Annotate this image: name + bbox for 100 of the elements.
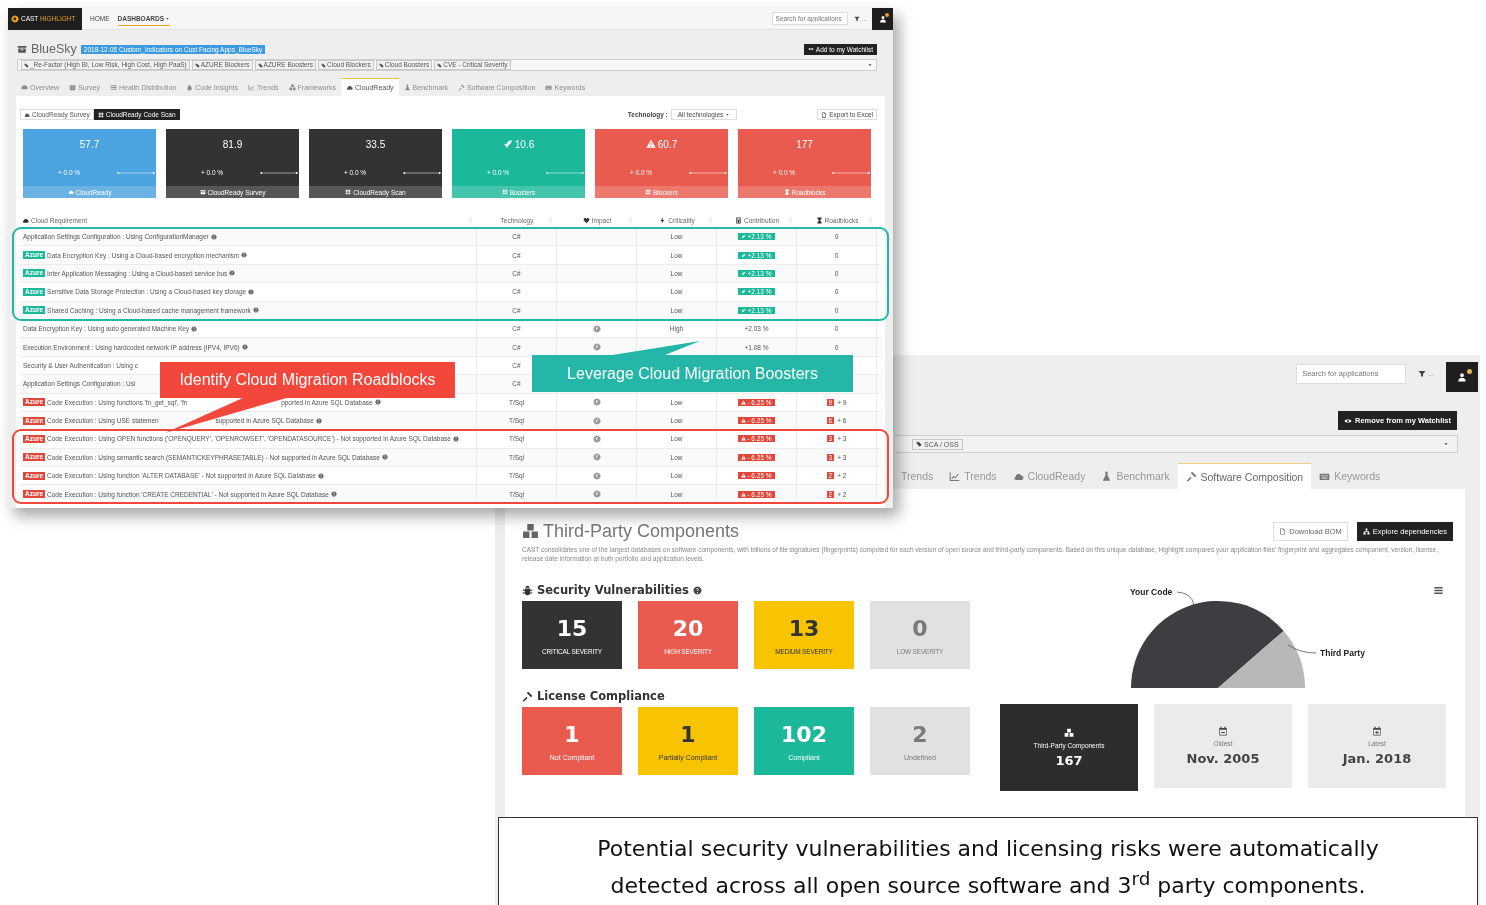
- sparkline: [117, 169, 155, 176]
- kpi-value: 33.5: [365, 138, 386, 150]
- gavel-icon: [522, 690, 533, 702]
- section-title: Security Vulnerabilities: [537, 583, 689, 597]
- tab[interactable]: Software Composition: [1177, 463, 1312, 489]
- lightning-icon: [659, 217, 667, 224]
- heart-icon: [582, 217, 590, 224]
- cubes-icon: [1064, 727, 1074, 738]
- chart-label: Third Party: [1320, 648, 1365, 658]
- archive-icon: [69, 83, 77, 91]
- caret-icon: [725, 112, 731, 117]
- keyboard-icon: [545, 83, 553, 91]
- calculator-icon: [734, 217, 742, 224]
- flask-icon: [403, 83, 411, 91]
- app-title: BlueSky: [31, 42, 77, 56]
- tag-icon: [194, 62, 200, 68]
- warning-icon: [741, 399, 747, 405]
- sort-icon: [628, 218, 633, 223]
- stat-value: 167: [1055, 752, 1083, 768]
- cloud-icon: [67, 189, 74, 195]
- sort-icon: [868, 218, 873, 223]
- rocket-icon: [502, 139, 513, 149]
- warning-icon: [645, 139, 656, 149]
- metric-value: 20: [672, 615, 704, 641]
- caret-icon: [165, 15, 171, 21]
- stat-value: Nov. 2005: [1186, 751, 1260, 766]
- metric-value: 13: [788, 615, 820, 641]
- metric-value: 1: [564, 721, 580, 747]
- eye-icon: [807, 46, 814, 52]
- cloud-icon: [22, 217, 29, 224]
- section-title: License Compliance: [537, 689, 665, 703]
- metric-value: 2: [912, 721, 928, 747]
- rocket-icon: [741, 289, 747, 295]
- metric-value: 102: [781, 721, 827, 747]
- gauge-icon: [21, 83, 28, 91]
- filter-icon: [1418, 369, 1427, 378]
- filter-icon: [853, 15, 860, 22]
- cubes-icon: [288, 83, 296, 91]
- caret-icon: [1443, 441, 1449, 447]
- tag-icon: [257, 62, 263, 68]
- gavel-icon: [1185, 471, 1197, 482]
- user-menu-button[interactable]: [1446, 362, 1478, 392]
- user-icon: [878, 14, 887, 23]
- grid-icon: [645, 189, 652, 195]
- kpi-value: 81.9: [222, 138, 243, 150]
- sort-icon: [788, 218, 793, 223]
- warning-icon: [741, 454, 747, 460]
- tag-icon: [321, 62, 327, 68]
- leader-line: [1176, 591, 1195, 606]
- tag-icon: [437, 62, 443, 68]
- list-icon: [110, 83, 117, 91]
- sort-icon: [708, 218, 713, 223]
- rocket-icon: [741, 252, 747, 258]
- user-menu-button[interactable]: [872, 8, 893, 30]
- cloud-icon: [24, 111, 30, 118]
- bug-icon: [522, 584, 533, 596]
- rocket-icon: [741, 234, 747, 240]
- rocket-icon: [741, 270, 747, 276]
- document-icon: [821, 111, 828, 118]
- calendar-icon: [1372, 726, 1382, 736]
- warning-icon: [741, 473, 747, 479]
- grid-icon: [345, 189, 352, 195]
- warning-icon: [741, 491, 747, 497]
- sparkline: [260, 169, 298, 176]
- line-chart-icon: [949, 470, 961, 482]
- tag-icon: [916, 441, 922, 447]
- sparkline: [832, 169, 870, 176]
- archive-icon: [17, 44, 27, 54]
- sparkline: [403, 169, 441, 176]
- hourglass-icon: [815, 217, 823, 224]
- sitemap-icon: [1362, 527, 1370, 535]
- sparkline: [689, 169, 727, 176]
- kpi-value: 57.7: [79, 138, 100, 150]
- warning-icon: [741, 436, 747, 442]
- logo-icon: [11, 14, 19, 23]
- sort-icon: [468, 218, 473, 223]
- calendar-icon: [1218, 726, 1228, 736]
- kpi-value: 177: [796, 138, 813, 150]
- help-icon: [692, 585, 702, 595]
- leader-line: [1287, 644, 1317, 654]
- archive-icon: [199, 189, 206, 195]
- sparkline: [546, 169, 584, 176]
- document-icon: [1279, 527, 1287, 535]
- grid-icon: [97, 111, 104, 118]
- metric-value: 0: [912, 615, 928, 641]
- flask-icon: [1101, 470, 1113, 482]
- section-title: Third-Party Components: [543, 520, 740, 542]
- metric-value: 15: [556, 615, 588, 641]
- sort-icon: [548, 218, 553, 223]
- caption-text: Potential security vulnerabilities and licensing risks were automatically detected across all open source software and 3$^{rd}$ party components.: [498, 817, 1478, 905]
- gavel-icon: [458, 83, 465, 91]
- tag-icon: [24, 62, 29, 68]
- kpi-value: 10.6: [514, 138, 535, 150]
- rocket-icon: [741, 307, 747, 313]
- stat-value: Jan. 2018: [1342, 751, 1412, 766]
- tag-icon: [378, 62, 384, 68]
- line-chart-icon: [248, 83, 255, 91]
- grid-icon: [501, 189, 508, 195]
- cloud-icon: [346, 84, 354, 91]
- chart-label: Your Code: [1130, 587, 1173, 597]
